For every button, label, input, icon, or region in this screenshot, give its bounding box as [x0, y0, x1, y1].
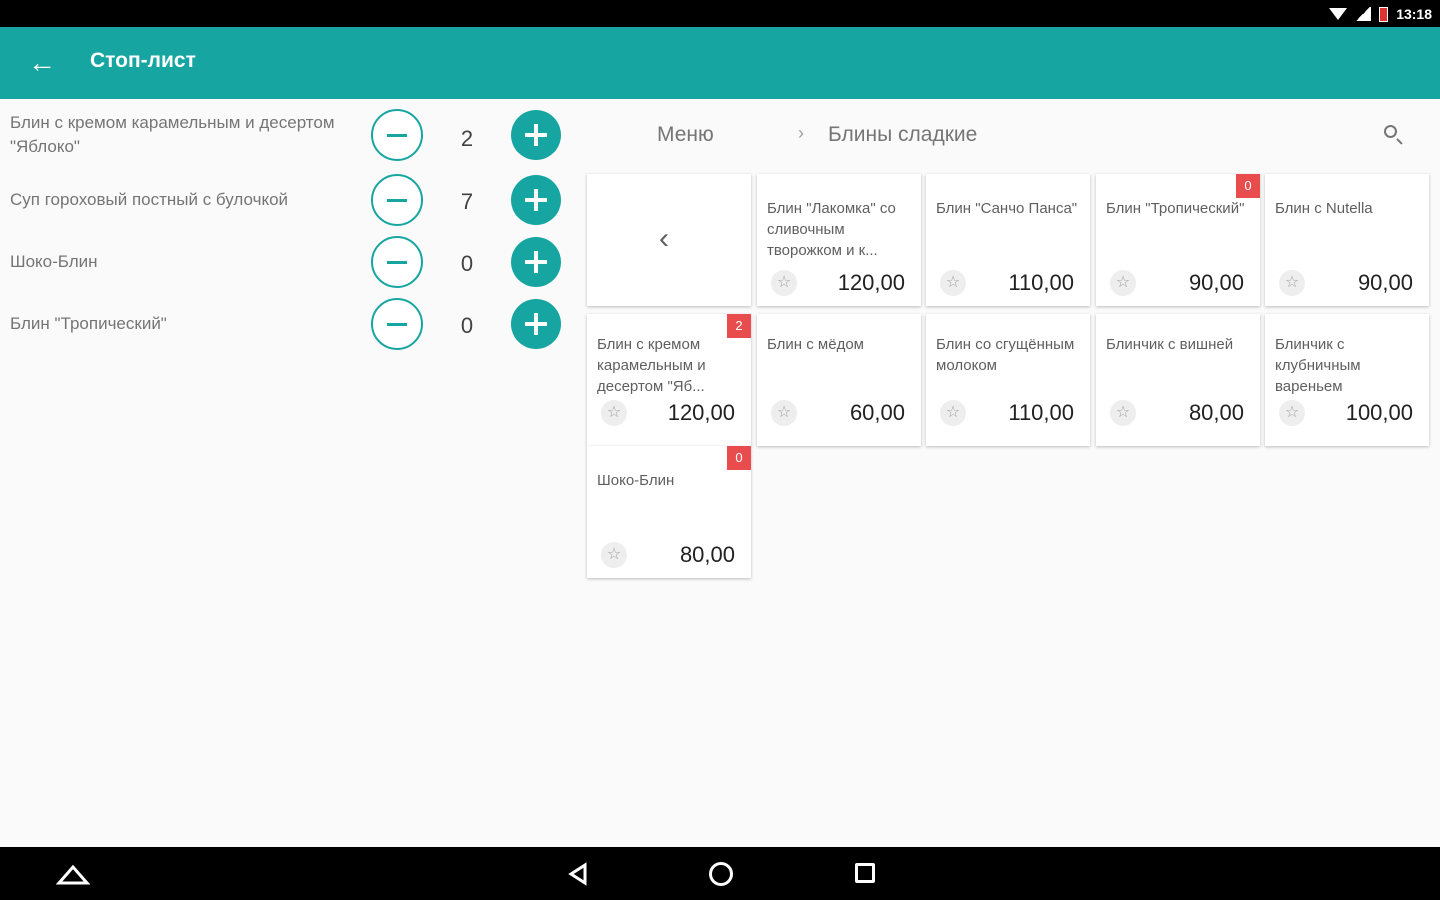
star-icon[interactable]: ☆	[940, 400, 966, 426]
menu-item-tile[interactable]: Шоко-Блин 0 ☆ 80,00	[587, 446, 751, 578]
menu-item-price: 60,00	[849, 400, 905, 425]
menu-item-tile[interactable]: Блин "Санчо Панса" ☆ 110,00	[926, 174, 1090, 306]
stop-list: Блин с кремом карамельным и десертом "Яб…	[0, 99, 580, 847]
arrow-back-icon[interactable]: ←	[22, 45, 62, 81]
search-icon[interactable]	[1382, 123, 1406, 147]
nav-back-icon[interactable]	[565, 861, 591, 887]
nav-home-icon[interactable]	[709, 862, 733, 886]
menu-item-name: Блинчик с вишней	[1106, 336, 1234, 353]
menu-item-tile[interactable]: Блинчик с клубничным вареньем ☆ 100,00	[1265, 314, 1429, 446]
menu-item-name: Блин со сгущённым молоком	[936, 336, 1075, 374]
menu-item-tile[interactable]: Блин с Nutella ☆ 90,00	[1265, 174, 1429, 306]
menu-item-price: 120,00	[837, 270, 905, 295]
star-icon[interactable]: ☆	[1279, 400, 1305, 426]
navigation-bar	[0, 847, 1440, 900]
search-lens	[1384, 125, 1397, 138]
star-icon[interactable]: ☆	[1110, 270, 1136, 296]
signal-icon	[1355, 7, 1372, 21]
stop-item-quantity: 0	[460, 313, 474, 338]
stop-item-name: Блин "Тропический"	[10, 314, 167, 333]
page-title: Стоп-лист	[90, 49, 196, 72]
menu-item-name: Блин "Тропический"	[1106, 200, 1245, 217]
star-icon[interactable]: ☆	[940, 270, 966, 296]
menu-item-tile[interactable]: Блин с мёдом ☆ 60,00	[757, 314, 921, 446]
stop-list-item: Шоко-Блин 0	[0, 232, 580, 294]
menu-item-price: 110,00	[1008, 400, 1074, 425]
chevron-right-icon: ›	[798, 123, 804, 143]
menu-item-price: 90,00	[1357, 270, 1413, 295]
star-icon[interactable]: ☆	[1110, 400, 1136, 426]
nav-recents-icon[interactable]	[855, 863, 875, 883]
menu-item-price: 100,00	[1345, 400, 1413, 425]
menu-item-price: 80,00	[1188, 400, 1244, 425]
decrement-button[interactable]	[371, 236, 423, 288]
home-up-icon[interactable]	[56, 861, 90, 887]
menu-item-price: 90,00	[1188, 270, 1244, 295]
app-bar: ← Стоп-лист	[0, 27, 1440, 99]
stop-count-badge: 0	[727, 446, 751, 470]
menu-item-name: Блин "Санчо Панса"	[936, 200, 1078, 217]
breadcrumb: Меню › Блины сладкие	[585, 99, 1440, 171]
menu-item-name: Шоко-Блин	[597, 472, 675, 489]
menu-item-name: Блин с кремом карамельным и десертом "Яб…	[597, 336, 706, 395]
decrement-button[interactable]	[371, 174, 423, 226]
stop-list-item: Блин "Тропический" 0	[0, 294, 580, 356]
menu-item-tile[interactable]: Блинчик с вишней ☆ 80,00	[1096, 314, 1260, 446]
breadcrumb-category: Блины сладкие	[828, 123, 978, 146]
stop-list-item: Блин с кремом карамельным и десертом "Яб…	[0, 105, 580, 167]
stop-item-quantity: 7	[460, 189, 474, 214]
star-icon[interactable]: ☆	[771, 400, 797, 426]
search-handle	[1396, 138, 1403, 145]
menu-back-tile[interactable]: ‹	[587, 174, 751, 306]
menu-item-name: Блинчик с клубничным вареньем	[1275, 336, 1361, 395]
star-icon[interactable]: ☆	[601, 542, 627, 568]
menu-item-name: Блин с Nutella	[1275, 200, 1373, 217]
battery-icon	[1379, 6, 1389, 22]
star-icon[interactable]: ☆	[1279, 270, 1305, 296]
stop-count-badge: 2	[727, 314, 751, 338]
menu-item-tile[interactable]: Блин с кремом карамельным и десертом "Яб…	[587, 314, 751, 446]
stop-count-badge: 0	[1236, 174, 1260, 198]
menu-item-price: 120,00	[667, 400, 735, 425]
stop-item-name: Блин с кремом карамельным и десертом "Яб…	[10, 113, 335, 156]
increment-button[interactable]	[511, 299, 561, 349]
increment-button[interactable]	[511, 175, 561, 225]
chevron-left-icon: ‹	[659, 222, 669, 255]
increment-button[interactable]	[511, 110, 561, 160]
menu-item-price: 110,00	[1008, 270, 1074, 295]
star-icon[interactable]: ☆	[771, 270, 797, 296]
wifi-icon	[1329, 8, 1348, 20]
menu-item-tile[interactable]: Блин со сгущённым молоком ☆ 110,00	[926, 314, 1090, 446]
stop-list-item: Суп гороховый постный с булочкой 7	[0, 170, 580, 232]
decrement-button[interactable]	[371, 109, 423, 161]
status-icons: 13:18	[1329, 4, 1432, 24]
menu-item-tile[interactable]: Блин "Лакомка" со сливочным творожком и …	[757, 174, 921, 306]
menu-item-name: Блин "Лакомка" со сливочным творожком и …	[767, 200, 896, 259]
menu-item-name: Блин с мёдом	[767, 336, 864, 353]
stop-item-quantity: 0	[460, 251, 474, 276]
decrement-button[interactable]	[371, 298, 423, 350]
menu-item-tile[interactable]: Блин "Тропический" 0 ☆ 90,00	[1096, 174, 1260, 306]
stop-item-name: Шоко-Блин	[10, 252, 98, 271]
stop-item-quantity: 2	[460, 126, 474, 151]
status-bar: 13:18	[0, 0, 1440, 27]
stop-item-name: Суп гороховый постный с булочкой	[10, 190, 289, 209]
star-icon[interactable]: ☆	[601, 400, 627, 426]
breadcrumb-menu[interactable]: Меню	[657, 123, 714, 147]
menu-item-price: 80,00	[679, 542, 735, 567]
increment-button[interactable]	[511, 237, 561, 287]
status-time: 13:18	[1396, 6, 1432, 22]
